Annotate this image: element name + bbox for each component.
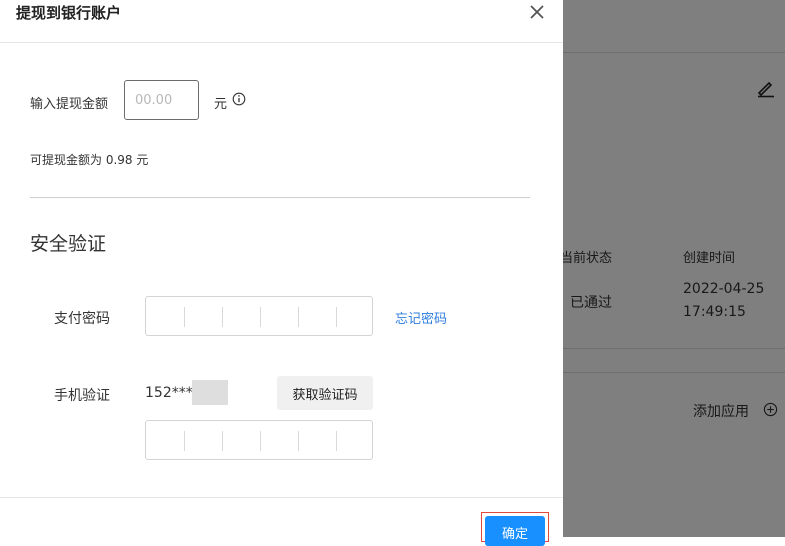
close-icon[interactable] <box>527 2 547 22</box>
pin-separator <box>260 307 261 327</box>
dialog-title: 提现到银行账户 <box>16 4 122 22</box>
pay-password-input[interactable] <box>145 296 373 336</box>
phone-redaction <box>192 380 228 405</box>
pin-separator <box>222 431 223 451</box>
amount-label: 输入提现金额 <box>30 97 109 112</box>
section-divider <box>30 197 530 198</box>
title-divider <box>0 42 563 43</box>
amount-input[interactable] <box>124 80 199 120</box>
get-code-button[interactable]: 获取验证码 <box>277 376 373 410</box>
forgot-password-link[interactable]: 忘记密码 <box>395 308 447 327</box>
security-section-title: 安全验证 <box>30 233 107 255</box>
pin-separator <box>336 307 337 327</box>
footer-divider <box>0 497 563 498</box>
sms-code-input[interactable] <box>145 420 373 460</box>
pin-separator <box>260 431 261 451</box>
withdraw-dialog: 提现到银行账户 输入提现金额 元 可提现金额为 0.98 元 安全验证 支付密码… <box>0 0 563 546</box>
pin-separator <box>298 307 299 327</box>
phone-verify-label: 手机验证 <box>54 388 110 404</box>
info-icon[interactable] <box>232 92 246 106</box>
available-amount-text: 可提现金额为 0.98 元 <box>30 153 149 167</box>
amount-unit: 元 <box>214 97 228 112</box>
pin-separator <box>336 431 337 451</box>
pin-separator <box>222 307 223 327</box>
pin-separator <box>184 431 185 451</box>
confirm-button[interactable]: 确定 <box>485 516 545 546</box>
pay-password-label: 支付密码 <box>54 311 110 327</box>
pin-separator <box>298 431 299 451</box>
pin-separator <box>184 307 185 327</box>
